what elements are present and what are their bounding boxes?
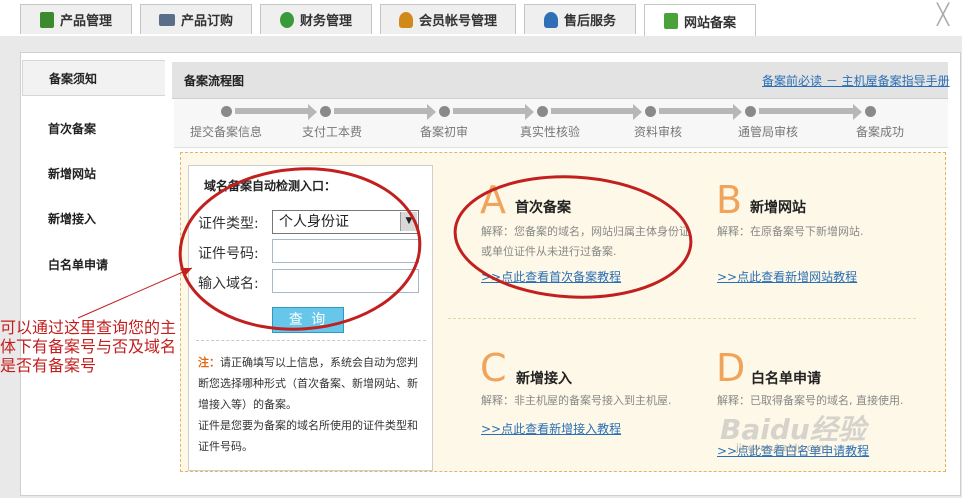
note-text: 请正确填写以上信息，系统会自动为您判断您选择哪种形式（首次备案、新增网站、新增接… — [198, 356, 418, 411]
sidebar-item-new-access[interactable]: 新增接入 — [22, 201, 162, 237]
step-arrow-head — [853, 104, 862, 120]
sidebar-item-label: 备案须知 — [49, 72, 98, 86]
form-title: 域名备案自动检测入口： — [204, 179, 337, 193]
domain-label: 输入域名: — [198, 276, 259, 292]
book-icon — [39, 11, 54, 28]
option-d-letter: D — [716, 346, 746, 390]
step-arrow — [759, 108, 853, 114]
cart-icon — [158, 13, 175, 26]
option-c-desc: 解释：非主机屋的备案号接入到主机屋. — [481, 394, 672, 407]
step-dot — [645, 106, 656, 117]
form-divider — [196, 340, 426, 341]
step-dot — [439, 106, 450, 117]
id-type-label: 证件类型: — [198, 216, 259, 232]
tab-label: 网站备案 — [683, 15, 736, 31]
support-icon — [543, 11, 558, 28]
tab-label: 产品订购 — [180, 14, 233, 29]
tab-member-account[interactable]: 会员帐号管理 — [380, 4, 516, 34]
annotation-text: 可以通过这里查询您的主体下有备案号与否及域名是否有备案号 — [0, 318, 177, 375]
option-b-title: 新增网站 — [750, 200, 806, 216]
step-dot — [745, 106, 756, 117]
tab-after-sales[interactable]: 售后服务 — [524, 4, 636, 34]
step-label: 真实性核验 — [520, 125, 581, 139]
option-b-letter: B — [716, 178, 743, 222]
step-label: 备案成功 — [856, 125, 905, 139]
tab-website-record[interactable]: 网站备案 — [644, 4, 756, 37]
domain-input[interactable] — [272, 269, 419, 293]
close-icon[interactable]: ╳ — [933, 4, 953, 24]
sidebar-item-record-notice[interactable]: 备案须知 — [22, 60, 165, 96]
step-arrow-head — [633, 104, 642, 120]
step-dot — [221, 106, 232, 117]
guide-manual-link[interactable]: 备案前必读 － 主机屋备案指导手册 — [762, 72, 950, 89]
option-c-letter: C — [480, 346, 507, 390]
baidu-watermark: Baidu经验 — [720, 413, 866, 446]
step-label: 支付工本费 — [302, 125, 363, 139]
id-type-select[interactable]: 个人身份证 — [272, 210, 419, 234]
option-d-title: 白名单申请 — [751, 371, 821, 387]
step-arrow — [235, 108, 308, 114]
sidebar-item-label: 首次备案 — [48, 122, 97, 136]
option-a-desc: 解释：您备案的域名，网站归属主体身份证或单位证件从未进行过备案. — [481, 225, 690, 258]
id-number-label: 证件号码: — [198, 246, 259, 262]
watermark-url: jingyan.baidu.com — [736, 443, 829, 454]
option-c-title: 新增接入 — [516, 371, 572, 387]
step-arrow — [334, 108, 427, 114]
sidebar-item-label: 新增网站 — [48, 167, 97, 181]
record-icon — [663, 13, 678, 29]
sidebar-item-first-record[interactable]: 首次备案 — [22, 111, 162, 147]
id-number-input[interactable] — [272, 239, 419, 263]
option-b-desc: 解释：在原备案号下新增网站. — [717, 225, 864, 238]
sidebar-item-whitelist[interactable]: 白名单申请 — [22, 247, 162, 283]
step-label: 通管局审核 — [738, 125, 799, 139]
step-arrow — [659, 108, 733, 114]
query-button[interactable]: 查 询 — [272, 307, 344, 333]
step-label: 备案初审 — [420, 125, 469, 139]
option-a-title: 首次备案 — [515, 200, 571, 216]
step-dot — [865, 106, 876, 117]
option-a-letter: A — [480, 178, 506, 222]
step-arrow — [551, 108, 633, 114]
step-arrow — [453, 108, 525, 114]
options-divider — [448, 318, 916, 319]
option-a-link[interactable]: >>点此查看首次备案教程 — [481, 268, 621, 285]
tab-label: 财务管理 — [299, 14, 352, 29]
tab-finance[interactable]: 财务管理 — [260, 4, 372, 34]
sidebar-item-label: 白名单申请 — [48, 258, 109, 272]
step-dot — [537, 106, 548, 117]
tab-product-management[interactable]: 产品管理 — [20, 4, 132, 34]
step-arrow-head — [733, 104, 742, 120]
option-b-link[interactable]: >>点此查看新增网站教程 — [717, 268, 857, 285]
step-label: 提交备案信息 — [190, 125, 263, 139]
tab-label: 产品管理 — [59, 14, 112, 29]
form-note: 注：请正确填写以上信息，系统会自动为您判断您选择哪种形式（首次备案、新增网站、新… — [198, 352, 426, 457]
step-arrow-head — [525, 104, 534, 120]
step-label: 资料审核 — [634, 125, 683, 139]
process-title: 备案流程图 — [184, 74, 245, 88]
step-arrow-head — [308, 104, 317, 120]
option-c-link[interactable]: >>点此查看新增接入教程 — [481, 420, 621, 437]
sidebar-item-new-website[interactable]: 新增网站 — [22, 156, 162, 192]
sidebar-item-label: 新增接入 — [48, 212, 97, 226]
note-label: 注： — [198, 356, 220, 369]
note-text-2: 证件是您要为备案的域名所使用的证件类型和证件号码。 — [198, 419, 418, 453]
step-arrow-head — [427, 104, 436, 120]
id-type-value: 个人身份证 — [279, 214, 349, 230]
tab-label: 会员帐号管理 — [418, 14, 497, 29]
chevron-down-icon[interactable]: ▼ — [400, 212, 417, 231]
users-icon — [398, 11, 413, 28]
money-bag-icon — [279, 11, 294, 28]
tab-label: 售后服务 — [563, 14, 616, 29]
tab-product-order[interactable]: 产品订购 — [140, 4, 252, 34]
step-dot — [320, 106, 331, 117]
